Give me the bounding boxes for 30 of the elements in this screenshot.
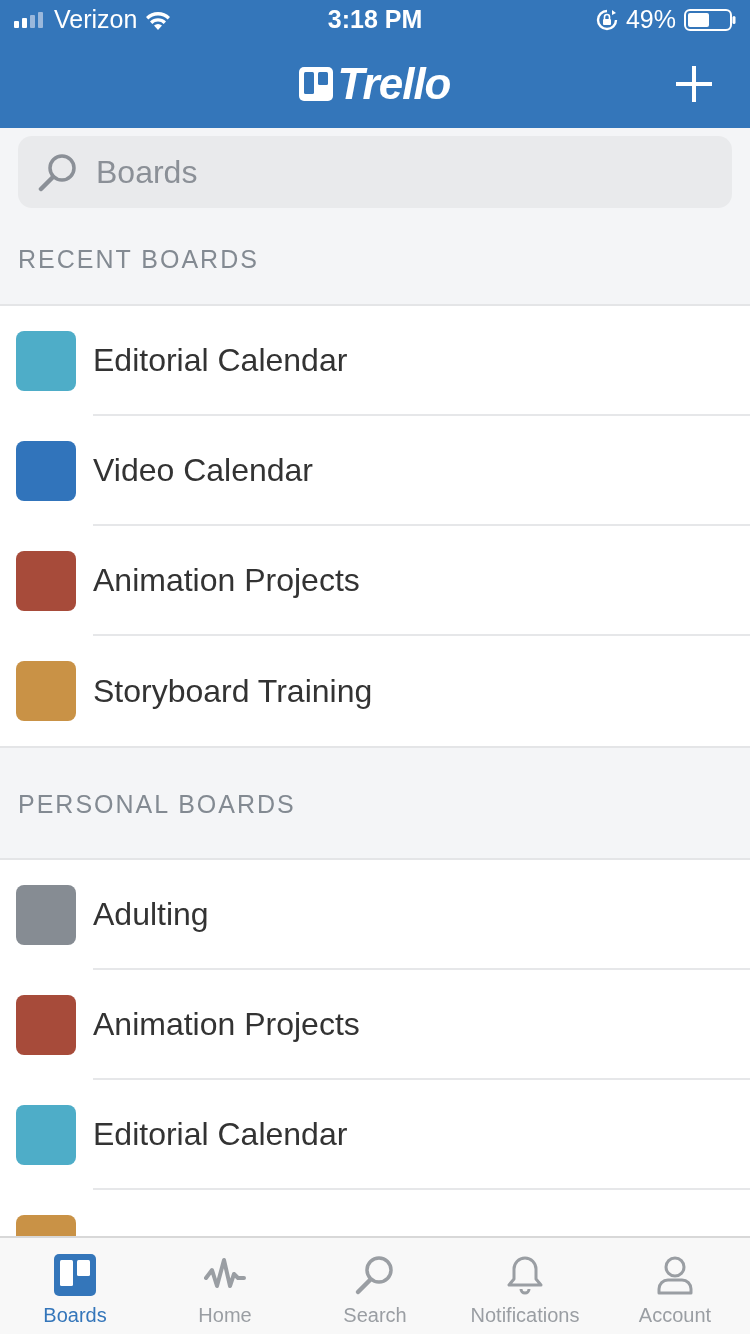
search-field[interactable]: Boards bbox=[18, 136, 732, 208]
logo-text: Trello bbox=[337, 58, 451, 110]
board-name: Adulting bbox=[93, 895, 209, 934]
board-name: Storyboard Training bbox=[93, 672, 373, 711]
board-row[interactable]: Animation Projects bbox=[0, 526, 750, 636]
board-name: Editorial Calendar bbox=[93, 1115, 348, 1154]
status-time: 3:18 PM bbox=[327, 4, 423, 36]
section-heading: RECENT BOARDS bbox=[18, 244, 259, 276]
rotation-lock-icon bbox=[595, 9, 618, 31]
board-name: Editorial Calendar bbox=[93, 341, 348, 380]
section-heading: PERSONAL BOARDS bbox=[18, 789, 296, 821]
add-icon[interactable] bbox=[676, 66, 712, 102]
battery-percent: 49% bbox=[625, 4, 676, 36]
board-icon bbox=[299, 67, 334, 101]
board-name: Animation Projects bbox=[93, 1005, 360, 1044]
battery-icon bbox=[684, 9, 736, 31]
board-row[interactable]: Animation Projects bbox=[0, 970, 750, 1080]
board-row[interactable]: Storyboard Training bbox=[0, 636, 750, 746]
board-row[interactable]: Editorial Calendar bbox=[0, 1080, 750, 1190]
carrier-name: Verizon bbox=[54, 4, 138, 36]
board-name: Video Calendar bbox=[93, 451, 313, 490]
wifi-icon bbox=[145, 10, 172, 30]
board-icon bbox=[54, 1254, 96, 1296]
board-row[interactable]: Adulting bbox=[0, 860, 750, 970]
board-row[interactable]: Editorial Calendar bbox=[0, 306, 750, 416]
tab-bar-item[interactable]: Boards bbox=[0, 1238, 150, 1334]
board-name: Animation Projects bbox=[93, 561, 360, 600]
search-icon bbox=[354, 1254, 396, 1296]
board-row[interactable]: Video Calendar bbox=[0, 416, 750, 526]
signal-icon bbox=[14, 12, 46, 28]
